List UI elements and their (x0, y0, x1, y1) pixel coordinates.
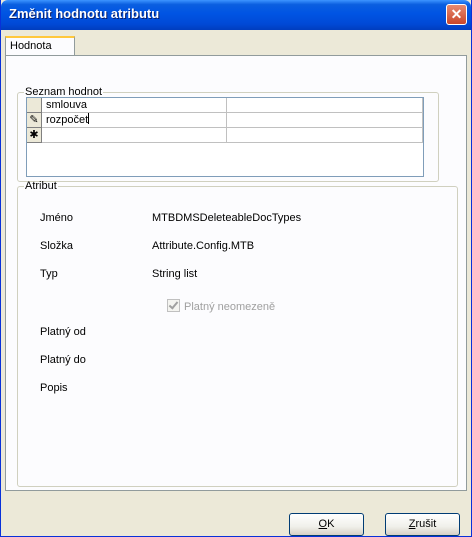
row-selector[interactable] (27, 98, 42, 113)
tab-hodnota[interactable]: Hodnota (5, 36, 75, 56)
close-icon[interactable]: ✕ (446, 4, 467, 25)
extra-cell[interactable] (227, 113, 423, 128)
name-label: Jméno (40, 212, 74, 224)
unlimited-label: Platný neomezeně (184, 301, 276, 313)
window-title: Změnit hodnotu atributu (9, 6, 160, 21)
table-row[interactable]: ✎ rozpočet (27, 113, 423, 128)
table-row-new[interactable]: ✱ (27, 128, 423, 143)
unlimited-checkbox[interactable]: Platný neomezeně (167, 299, 275, 313)
value-cell-text: rozpočet (46, 114, 89, 126)
ok-button[interactable]: OK (289, 513, 364, 536)
value-cell[interactable]: smlouva (42, 98, 227, 113)
value-cell-editing[interactable]: rozpočet (42, 113, 227, 128)
text-caret (88, 113, 90, 124)
cancel-button[interactable]: Zrušit (385, 513, 460, 536)
valid-to-label: Platný do (40, 354, 86, 366)
extra-cell[interactable] (227, 98, 423, 113)
attribute-group-legend: Atribut (25, 180, 57, 192)
pencil-icon[interactable]: ✎ (27, 113, 42, 128)
description-label: Popis (40, 382, 68, 394)
folder-label: Složka (40, 240, 74, 252)
type-value: String list (152, 268, 198, 280)
extra-cell[interactable] (227, 128, 423, 143)
values-grid[interactable]: smlouva ✎ rozpočet ✱ (26, 97, 424, 177)
type-label: Typ (40, 268, 58, 280)
checkbox-check-icon (167, 299, 180, 312)
name-value: MTBDMSDeleteableDocTypes (152, 212, 302, 224)
ok-accelerator: O (318, 518, 328, 530)
value-cell[interactable] (42, 128, 227, 143)
table-row[interactable]: smlouva (27, 98, 423, 113)
folder-value: Attribute.Config.MTB (152, 240, 255, 252)
ok-label-rest: K (327, 518, 335, 530)
tab-panel: Seznam hodnot smlouva ✎ rozpočet ✱ Atrib… (5, 55, 467, 491)
valid-from-label: Platný od (40, 326, 86, 338)
dialog-window: Změnit hodnotu atributu ✕ Hodnota Seznam… (0, 0, 472, 537)
cancel-label-rest: rušit (415, 518, 437, 530)
asterisk-icon[interactable]: ✱ (27, 128, 42, 143)
title-bar[interactable]: Změnit hodnotu atributu ✕ (1, 0, 471, 30)
